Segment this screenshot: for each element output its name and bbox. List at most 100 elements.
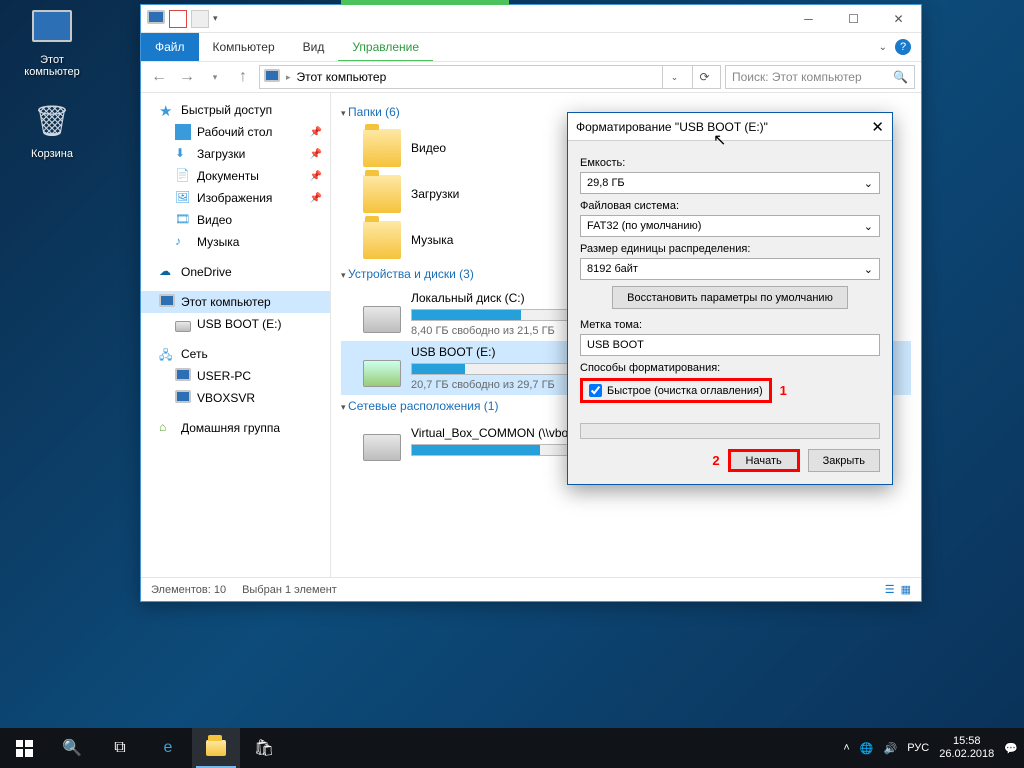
start-button[interactable]: Начать — [728, 449, 800, 472]
nav-quick-access[interactable]: ★Быстрый доступ — [141, 99, 330, 121]
action-center-icon[interactable]: 💬 — [1004, 742, 1018, 755]
desktop-icon-recycle-bin[interactable]: 🗑 Корзина — [14, 104, 90, 160]
help-icon[interactable]: ? — [895, 39, 911, 55]
task-view-button[interactable]: ⧉ — [96, 728, 144, 768]
nav-this-pc[interactable]: Этот компьютер — [141, 291, 330, 313]
minimize-button[interactable]: ─ — [786, 5, 831, 33]
taskbar-search-button[interactable]: 🔍 — [48, 728, 96, 768]
onedrive-icon: ☁ — [159, 264, 175, 280]
videos-icon: 🎞 — [175, 212, 191, 228]
nav-vboxsvr[interactable]: VBOXSVR — [141, 387, 330, 409]
volume-label-input[interactable] — [580, 334, 880, 356]
desktop-icon-label: Этот компьютер — [14, 54, 90, 78]
nav-downloads[interactable]: ⬇Загрузки📌 — [141, 143, 330, 165]
volume-label-label: Метка тома: — [580, 319, 880, 331]
status-item-count: Элементов: 10 — [151, 584, 226, 596]
qat-dropdown-icon[interactable]: ▾ — [213, 13, 218, 24]
close-button[interactable]: ✕ — [876, 5, 921, 33]
capacity-label: Емкость: — [580, 157, 880, 169]
annotation-2: 2 — [712, 453, 719, 468]
nav-homegroup[interactable]: ⌂Домашняя группа — [141, 417, 330, 439]
drive-capacity-bar — [411, 309, 591, 321]
quick-format-checkbox-input[interactable] — [589, 384, 602, 397]
nav-pictures[interactable]: 🖼Изображения📌 — [141, 187, 330, 209]
taskbar-edge[interactable]: e — [144, 728, 192, 768]
downloads-icon: ⬇ — [175, 146, 191, 162]
refresh-button[interactable]: ⟳ — [692, 66, 716, 88]
filesystem-label: Файловая система: — [580, 200, 880, 212]
drive-capacity-bar — [411, 444, 591, 456]
star-icon: ★ — [159, 102, 175, 118]
view-details-icon[interactable]: ☰ — [885, 583, 895, 596]
tray-network-icon[interactable]: 🌐 — [860, 742, 874, 755]
network-icon: 🖧 — [159, 346, 175, 362]
desktop-icon-this-pc[interactable]: Этот компьютер — [14, 10, 90, 78]
tray-language[interactable]: РУС — [907, 742, 929, 754]
dialog-close-button[interactable]: ✕ — [871, 118, 884, 136]
ribbon-expand-icon[interactable]: ⌄ — [879, 42, 887, 53]
status-bar: Элементов: 10 Выбран 1 элемент ☰ ▦ — [141, 577, 921, 601]
nav-history-icon[interactable]: ▾ — [203, 65, 227, 89]
close-dialog-button[interactable]: Закрыть — [808, 449, 880, 472]
format-dialog: Форматирование "USB BOOT (E:)" ✕ Емкость… — [567, 112, 893, 485]
nav-desktop[interactable]: Рабочий стол📌 — [141, 121, 330, 143]
filesystem-select[interactable]: FAT32 (по умолчанию)⌄ — [580, 215, 880, 237]
nav-documents[interactable]: 📄Документы📌 — [141, 165, 330, 187]
quick-format-checkbox[interactable]: Быстрое (очистка оглавления) — [580, 378, 772, 403]
chevron-down-icon: ⌄ — [864, 220, 873, 233]
tab-view[interactable]: Вид — [289, 33, 339, 61]
pin-icon: 📌 — [310, 127, 322, 138]
format-progress-bar — [580, 423, 880, 439]
desktop-icon — [175, 124, 191, 140]
capacity-select[interactable]: 29,8 ГБ⌄ — [580, 172, 880, 194]
pc-icon — [264, 69, 280, 85]
format-options-label: Способы форматирования: — [580, 362, 880, 374]
allocation-label: Размер единицы распределения: — [580, 243, 880, 255]
nav-music[interactable]: ♪Музыка — [141, 231, 330, 253]
dialog-titlebar[interactable]: Форматирование "USB BOOT (E:)" ✕ — [568, 113, 892, 141]
nav-back-button[interactable]: ← — [147, 65, 171, 89]
address-dropdown-icon[interactable]: ⌄ — [662, 66, 686, 88]
allocation-select[interactable]: 8192 байт⌄ — [580, 258, 880, 280]
view-large-icons-icon[interactable]: ▦ — [901, 583, 911, 596]
nav-user-pc[interactable]: USER-PC — [141, 365, 330, 387]
nav-videos[interactable]: 🎞Видео — [141, 209, 330, 231]
annotation-1: 1 — [780, 383, 787, 398]
maximize-button[interactable]: ☐ — [831, 5, 876, 33]
titlebar[interactable]: ▾ Средства работы с дисками Этот компьют… — [141, 5, 921, 33]
dialog-title: Форматирование "USB BOOT (E:)" — [576, 120, 768, 134]
nav-usb-boot[interactable]: USB BOOT (E:) — [141, 313, 330, 335]
taskbar-explorer[interactable] — [192, 728, 240, 768]
qat-properties-icon[interactable] — [169, 10, 187, 28]
status-selection: Выбран 1 элемент — [242, 584, 337, 596]
nav-up-button[interactable]: ↑ — [231, 65, 255, 89]
start-button[interactable] — [0, 728, 48, 768]
tray-clock[interactable]: 15:58 26.02.2018 — [939, 735, 994, 761]
tab-computer[interactable]: Компьютер — [199, 33, 289, 61]
drive-capacity-bar — [411, 363, 591, 375]
qat-new-folder-icon[interactable] — [191, 10, 209, 28]
address-bar[interactable]: ▸ Этот компьютер ⌄ ⟳ — [259, 65, 721, 89]
search-placeholder: Поиск: Этот компьютер — [732, 70, 862, 84]
homegroup-icon: ⌂ — [159, 420, 175, 436]
pin-icon: 📌 — [310, 193, 322, 204]
computer-icon — [175, 368, 191, 384]
tray-volume-icon[interactable]: 🔊 — [884, 742, 898, 755]
restore-defaults-button[interactable]: Восстановить параметры по умолчанию — [612, 286, 848, 309]
pc-icon — [159, 294, 175, 310]
breadcrumb[interactable]: Этот компьютер — [297, 70, 387, 84]
window-title: Этот компьютер — [511, 0, 601, 5]
nav-onedrive[interactable]: ☁OneDrive — [141, 261, 330, 283]
search-input[interactable]: Поиск: Этот компьютер 🔍 — [725, 65, 915, 89]
computer-icon — [175, 390, 191, 406]
nav-forward-button[interactable]: → — [175, 65, 199, 89]
search-icon: 🔍 — [893, 70, 908, 84]
app-icon — [147, 10, 165, 28]
chevron-down-icon: ⌄ — [864, 177, 873, 190]
pin-icon: 📌 — [310, 171, 322, 182]
tab-manage[interactable]: Управление — [338, 33, 433, 61]
tab-file[interactable]: Файл — [141, 33, 199, 61]
taskbar-store[interactable]: 🛍 — [240, 728, 288, 768]
tray-expand-icon[interactable]: ˄ — [843, 742, 849, 754]
nav-network[interactable]: 🖧Сеть — [141, 343, 330, 365]
